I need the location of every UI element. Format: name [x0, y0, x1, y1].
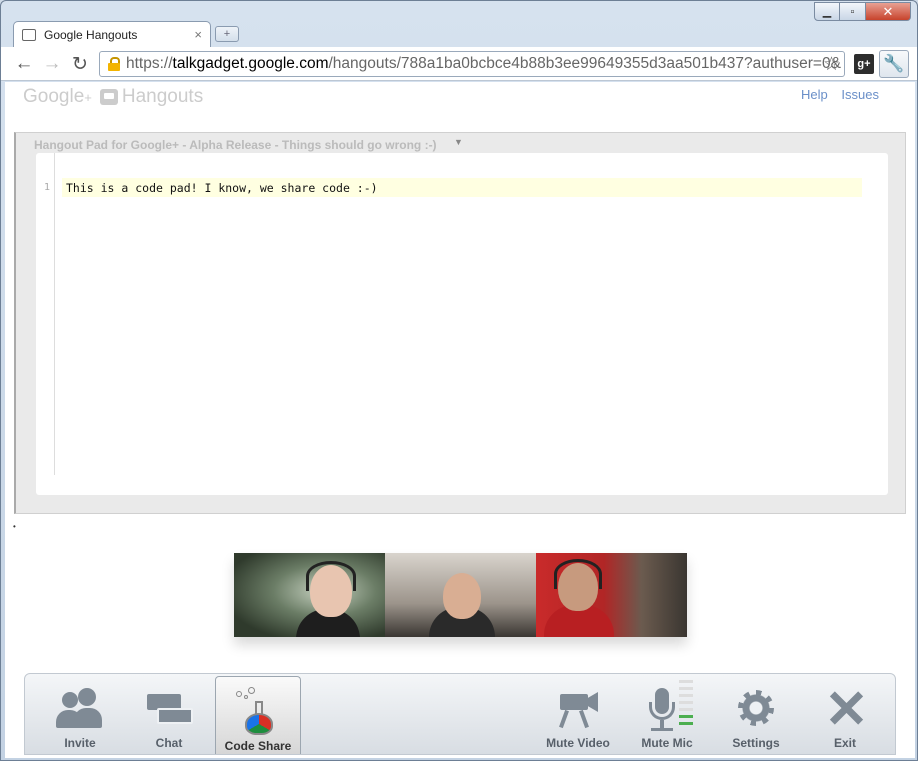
url-host: talkgadget.google.com: [172, 55, 329, 72]
brand-google: Google: [23, 86, 85, 107]
people-icon: [56, 688, 104, 732]
stray-dot: •: [13, 522, 16, 531]
flask-icon: [234, 687, 282, 735]
code-line[interactable]: This is a code pad! I know, we share cod…: [62, 178, 862, 197]
wrench-menu-icon[interactable]: 🔧: [879, 50, 909, 78]
line-number: 1: [44, 182, 51, 193]
pad-menu-caret-icon[interactable]: ▼: [454, 137, 463, 147]
hangouts-favicon-icon: [22, 28, 36, 41]
code-share-button[interactable]: Code Share: [215, 676, 301, 754]
invite-label: Invite: [64, 736, 96, 750]
ssl-warning-lock-icon[interactable]: [108, 57, 120, 71]
chat-bubbles-icon: [145, 688, 193, 732]
google-hangouts-logo: Google + Hangouts: [23, 86, 203, 108]
google-plus-extension-icon[interactable]: g+: [854, 54, 874, 74]
code-share-label: Code Share: [224, 739, 292, 753]
help-link[interactable]: Help: [801, 87, 828, 102]
forward-arrow-icon[interactable]: →: [41, 53, 63, 75]
browser-tab[interactable]: Google Hangouts ×: [13, 21, 211, 47]
hangouts-logo-icon: [99, 89, 118, 105]
browser-toolbar: ← → ↻ https://talkgadget.google.com/hang…: [1, 47, 917, 81]
mute-mic-label: Mute Mic: [641, 736, 693, 750]
participant-video-strip: [234, 553, 687, 637]
url-scheme: https://: [126, 55, 173, 72]
address-bar[interactable]: https://talkgadget.google.com/hangouts/7…: [99, 51, 845, 77]
new-tab-button[interactable]: +: [215, 26, 239, 42]
participant-video-1[interactable]: [234, 553, 385, 637]
participant-video-2[interactable]: [385, 553, 536, 637]
pad-title: Hangout Pad for Google+ - Alpha Release …: [34, 138, 437, 152]
hangout-toolbar: Invite Chat Code Share Mute Video Mute M…: [24, 673, 896, 755]
minimize-button[interactable]: ▁: [814, 2, 840, 21]
hangout-pad-panel: Hangout Pad for Google+ - Alpha Release …: [14, 132, 906, 514]
exit-button[interactable]: Exit: [802, 674, 888, 754]
settings-label: Settings: [732, 736, 780, 750]
brand-plus: +: [84, 89, 92, 105]
mute-video-label: Mute Video: [546, 736, 610, 750]
invite-button[interactable]: Invite: [37, 674, 123, 754]
chat-label: Chat: [155, 736, 183, 750]
exit-label: Exit: [833, 736, 856, 750]
mute-mic-button[interactable]: Mute Mic: [624, 674, 710, 754]
code-editor[interactable]: 1 This is a code pad! I know, we share c…: [36, 153, 888, 495]
microphone-icon: [643, 680, 693, 732]
participant-video-3[interactable]: [536, 553, 687, 637]
bookmark-star-icon[interactable]: ☆: [823, 53, 840, 76]
window-controls: ▁ ▫ ✕: [814, 2, 911, 21]
settings-button[interactable]: Settings: [713, 674, 799, 754]
chat-button[interactable]: Chat: [126, 674, 212, 754]
back-arrow-icon[interactable]: ←: [13, 53, 35, 75]
editor-gutter: [36, 153, 55, 475]
url-path: /hangouts/788a1ba0bcbce4b88b3ee99649355d…: [328, 55, 841, 72]
close-x-icon: [821, 688, 869, 732]
gear-icon: [732, 688, 780, 732]
brand-hangouts: Hangouts: [121, 86, 204, 107]
video-camera-icon: [554, 688, 602, 732]
maximize-button[interactable]: ▫: [840, 2, 866, 21]
issues-link[interactable]: Issues: [841, 87, 879, 102]
close-window-button[interactable]: ✕: [866, 2, 911, 21]
browser-window: ▁ ▫ ✕ Google Hangouts × + ← → ↻ https://…: [0, 0, 918, 761]
tab-close-icon[interactable]: ×: [194, 27, 202, 42]
reload-icon[interactable]: ↻: [69, 53, 91, 76]
mute-video-button[interactable]: Mute Video: [535, 674, 621, 754]
header-links: Help Issues: [791, 87, 879, 102]
page-content: Google + Hangouts Help Issues Hangout Pa…: [5, 82, 915, 758]
tab-title: Google Hangouts: [44, 27, 138, 42]
